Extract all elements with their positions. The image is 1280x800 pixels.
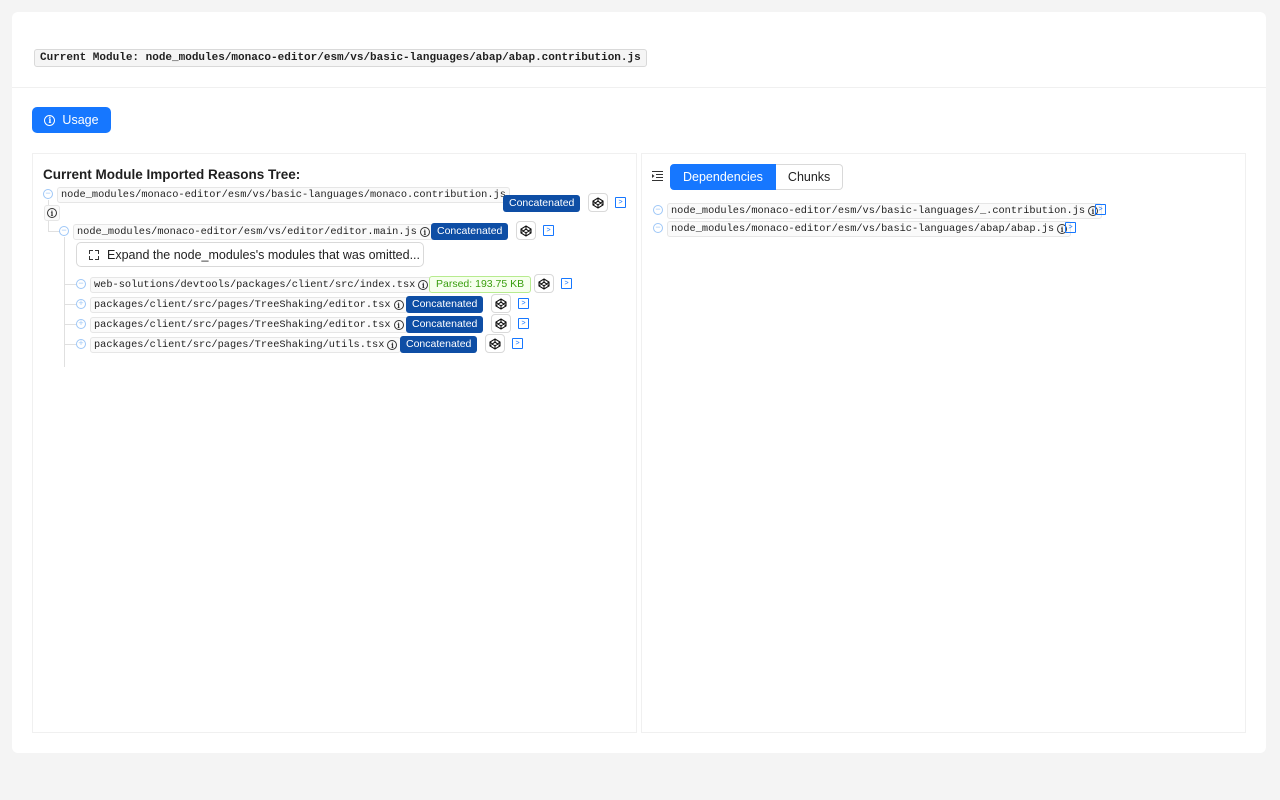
info-icon[interactable]: i: [418, 280, 429, 290]
codepen-button[interactable]: [485, 334, 505, 353]
info-icon[interactable]: i: [393, 300, 404, 310]
card-header: Current Module: node_modules/monaco-edit…: [12, 12, 1266, 88]
codepen-icon: [538, 277, 550, 290]
tree-line: [64, 284, 76, 285]
expand-toggle[interactable]: +: [76, 299, 86, 309]
info-icon: i: [47, 208, 57, 218]
info-icon: i: [44, 114, 56, 126]
module-path-item[interactable]: packages/client/src/pages/TreeShaking/ed…: [90, 317, 408, 333]
dependencies-panel: Dependencies Chunks − node_modules/monac…: [641, 153, 1246, 733]
codepen-button[interactable]: [491, 314, 511, 333]
codepen-button[interactable]: [534, 274, 554, 293]
collapse-toggle[interactable]: −: [43, 189, 53, 199]
dependency-item[interactable]: node_modules/monaco-editor/esm/vs/basic-…: [667, 203, 1103, 219]
codepen-icon: [520, 224, 532, 237]
concatenated-tag: Concatenated: [503, 195, 581, 212]
module-path-item[interactable]: web-solutions/devtools/packages/client/s…: [90, 277, 433, 293]
parsed-size-tag: Parsed: 193.75 KB: [429, 276, 532, 293]
tree-line: [64, 304, 76, 305]
codepen-icon: [489, 337, 501, 350]
jump-to-icon[interactable]: >: [512, 338, 523, 349]
jump-to-icon[interactable]: >: [1065, 222, 1076, 233]
dependency-item[interactable]: node_modules/monaco-editor/esm/vs/basic-…: [667, 221, 1072, 237]
current-module-path: Current Module: node_modules/monaco-edit…: [34, 49, 647, 67]
codepen-button[interactable]: [491, 294, 511, 313]
concatenated-tag: Concatenated: [406, 296, 484, 313]
jump-to-icon[interactable]: >: [615, 197, 626, 208]
module-path-item[interactable]: packages/client/src/pages/TreeShaking/ut…: [90, 337, 402, 353]
module-path-child[interactable]: node_modules/monaco-editor/esm/vs/editor…: [73, 224, 434, 240]
expand-toggle[interactable]: +: [76, 339, 86, 349]
codepen-icon: [495, 317, 507, 330]
module-path-text: node_modules/monaco-editor/esm/vs/basic-…: [671, 223, 1055, 235]
usage-button-label: Usage: [62, 113, 99, 127]
codepen-icon: [495, 297, 507, 310]
module-path-text: node_modules/monaco-editor/esm/vs/basic-…: [671, 205, 1086, 217]
tree-line: [64, 324, 76, 325]
jump-to-icon[interactable]: >: [1095, 204, 1106, 215]
collapse-toggle[interactable]: −: [59, 226, 69, 236]
codepen-button[interactable]: [588, 193, 608, 212]
tree-line: [64, 237, 65, 367]
collapse-toggle[interactable]: −: [653, 223, 663, 233]
expand-toggle[interactable]: +: [76, 319, 86, 329]
module-path-text: node_modules/monaco-editor/esm/vs/basic-…: [61, 189, 506, 201]
info-icon[interactable]: i: [387, 340, 398, 350]
tab-chunks[interactable]: Chunks: [775, 164, 844, 190]
jump-to-icon[interactable]: >: [543, 225, 554, 236]
usage-button[interactable]: i Usage: [32, 107, 111, 133]
info-icon[interactable]: i: [44, 205, 60, 221]
info-icon[interactable]: i: [419, 227, 430, 237]
jump-to-icon[interactable]: >: [518, 318, 529, 329]
concatenated-tag: Concatenated: [406, 316, 484, 333]
codepen-button[interactable]: [516, 221, 536, 240]
module-path-text: packages/client/src/pages/TreeShaking/ed…: [94, 299, 391, 311]
module-card: Current Module: node_modules/monaco-edit…: [12, 12, 1266, 753]
jump-to-icon[interactable]: >: [518, 298, 529, 309]
concatenated-tag: Concatenated: [400, 336, 478, 353]
expand-icon: [89, 249, 99, 260]
jump-to-icon[interactable]: >: [561, 278, 572, 289]
tree-line: [64, 344, 76, 345]
indent-icon: [652, 171, 663, 181]
concatenated-tag: Concatenated: [431, 223, 509, 240]
info-icon[interactable]: i: [393, 320, 404, 330]
codepen-icon: [592, 196, 604, 209]
collapse-toggle[interactable]: −: [76, 279, 86, 289]
expand-omitted-button[interactable]: Expand the node_modules's modules that w…: [76, 242, 424, 267]
reasons-tree-panel: Current Module Imported Reasons Tree: − …: [32, 153, 637, 733]
module-path-item[interactable]: packages/client/src/pages/TreeShaking/ed…: [90, 297, 408, 313]
collapse-toggle[interactable]: −: [653, 205, 663, 215]
reasons-tree-title: Current Module Imported Reasons Tree:: [43, 167, 301, 182]
tab-dependencies[interactable]: Dependencies: [670, 164, 776, 190]
module-path-text: packages/client/src/pages/TreeShaking/ed…: [94, 319, 391, 331]
module-path-root[interactable]: node_modules/monaco-editor/esm/vs/basic-…: [57, 187, 510, 203]
expand-omitted-label: Expand the node_modules's modules that w…: [107, 247, 420, 262]
module-path-text: node_modules/monaco-editor/esm/vs/editor…: [77, 226, 417, 238]
module-path-text: web-solutions/devtools/packages/client/s…: [94, 279, 416, 291]
view-tabs: Dependencies Chunks: [670, 164, 844, 190]
module-path-text: packages/client/src/pages/TreeShaking/ut…: [94, 339, 385, 351]
